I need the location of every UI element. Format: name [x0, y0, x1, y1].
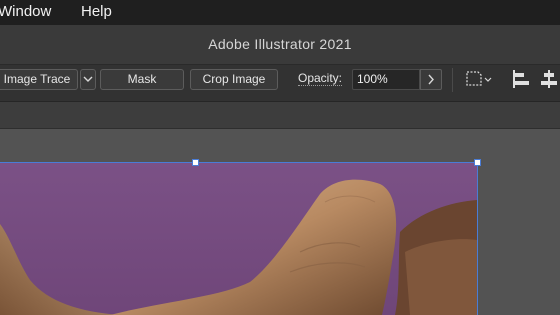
menu-help[interactable]: Help: [81, 3, 112, 20]
chevron-down-icon: [83, 76, 93, 82]
align-center-button[interactable]: [538, 68, 560, 95]
opacity-input[interactable]: 100%: [352, 69, 420, 90]
separator: [452, 68, 453, 92]
opacity-label[interactable]: Opacity:: [298, 72, 343, 86]
align-left-icon: [513, 70, 529, 88]
selection-edge-top: [0, 162, 477, 163]
align-center-icon: [541, 70, 557, 88]
selection-handle-top-center[interactable]: [192, 159, 199, 166]
mask-button[interactable]: Mask: [100, 69, 184, 90]
image-trace-button[interactable]: Image Trace: [0, 69, 78, 90]
crop-image-button[interactable]: Crop Image: [190, 69, 278, 90]
transform-button[interactable]: [464, 68, 496, 95]
control-bar: Image Trace Mask Crop Image Opacity: 100…: [0, 65, 560, 102]
window-title: Adobe Illustrator 2021: [208, 36, 352, 52]
title-bar: Adobe Illustrator 2021: [0, 25, 560, 65]
opacity-menu-button[interactable]: [420, 69, 442, 90]
align-left-button[interactable]: [508, 68, 532, 95]
menu-window[interactable]: Window: [0, 3, 51, 20]
chevron-right-icon: [428, 74, 434, 85]
transform-icon: [466, 71, 492, 86]
image-trace-dropdown[interactable]: [80, 69, 96, 90]
document-tab-strip: [0, 102, 560, 129]
artwork-illustration: [0, 162, 477, 315]
menu-bar: Window Help: [0, 0, 560, 25]
selection-handle-top-right[interactable]: [474, 159, 481, 166]
selection-edge-right: [477, 162, 478, 315]
placed-image[interactable]: [0, 162, 477, 315]
